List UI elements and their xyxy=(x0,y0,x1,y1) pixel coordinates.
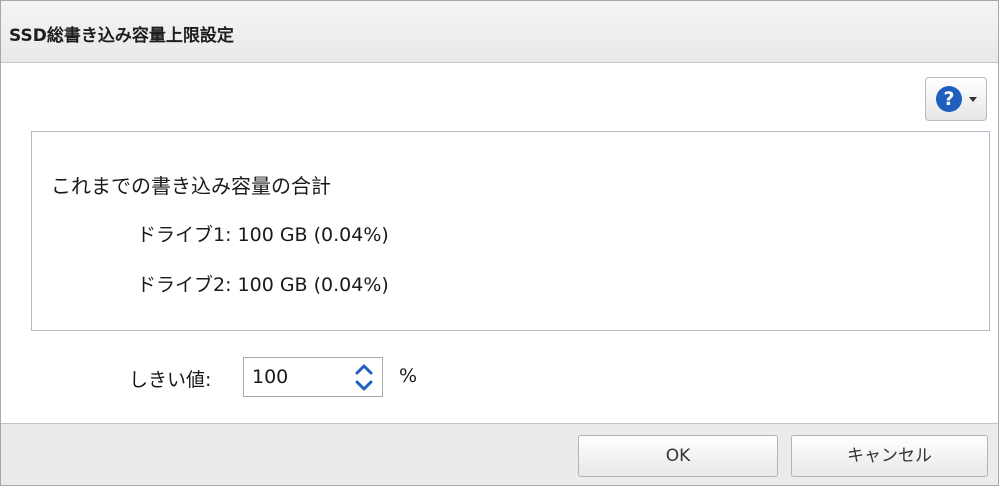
threshold-value: 100 xyxy=(252,366,289,388)
threshold-unit: % xyxy=(399,365,418,387)
dialog-footer: OK キャンセル xyxy=(1,423,998,485)
caret-down-icon xyxy=(969,97,977,102)
write-total-heading: これまでの書き込み容量の合計 xyxy=(51,174,331,198)
drive-2-write-total: ドライブ2: 100 GB (0.04%) xyxy=(137,274,389,296)
spinner-up-icon[interactable] xyxy=(352,361,376,377)
spinner-down-icon[interactable] xyxy=(352,378,376,394)
threshold-label: しきい値: xyxy=(129,369,212,391)
drive-1-write-total: ドライブ1: 100 GB (0.04%) xyxy=(137,224,389,246)
ok-button[interactable]: OK xyxy=(578,435,778,477)
help-menu-button[interactable]: ? xyxy=(925,77,987,121)
threshold-input[interactable]: 100 xyxy=(243,357,383,397)
dialog-title: SSD総書き込み容量上限設定 xyxy=(9,26,234,46)
help-icon: ? xyxy=(936,86,962,112)
write-total-panel: これまでの書き込み容量の合計 ドライブ1: 100 GB (0.04%) ドライ… xyxy=(31,131,990,331)
ssd-write-limit-dialog: SSD総書き込み容量上限設定 ? これまでの書き込み容量の合計 ドライブ1: 1… xyxy=(0,0,999,486)
cancel-button[interactable]: キャンセル xyxy=(791,435,988,477)
dialog-title-bar: SSD総書き込み容量上限設定 xyxy=(1,1,998,63)
